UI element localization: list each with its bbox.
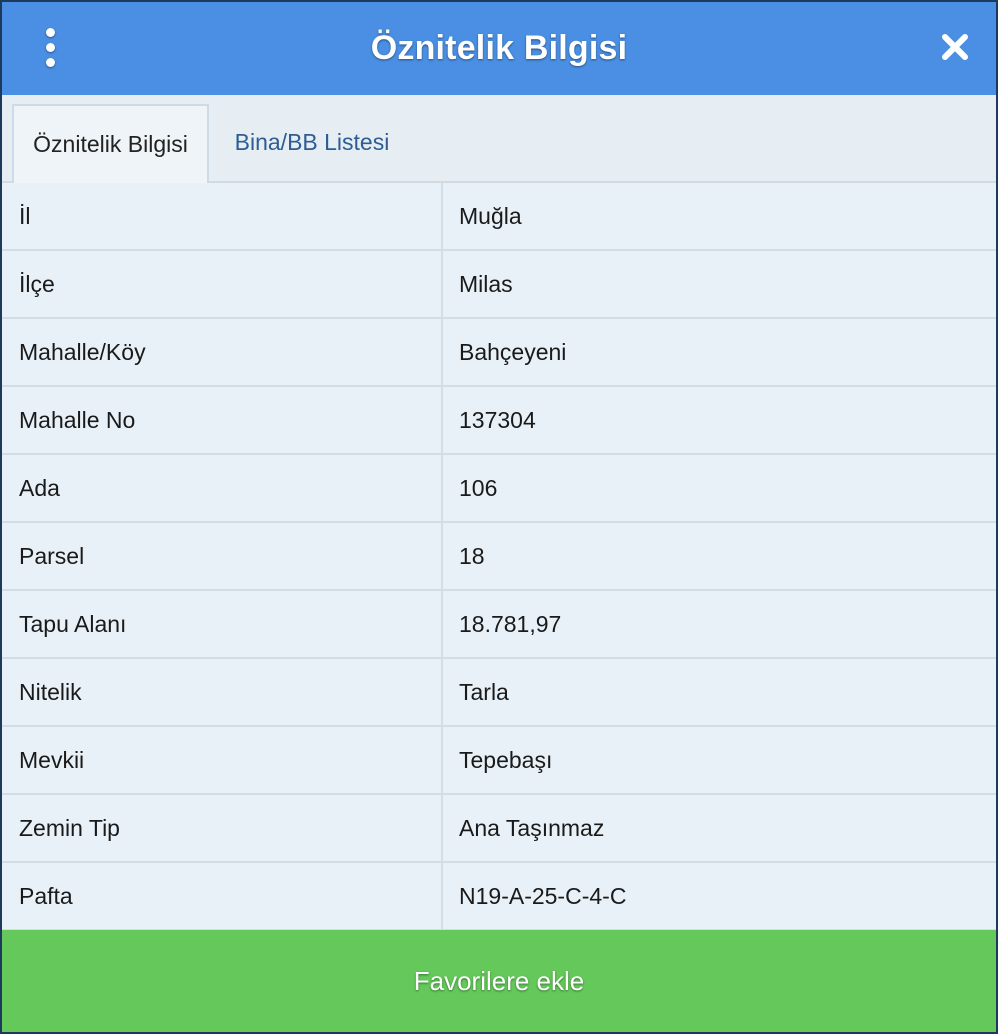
table-row: Mevkii Tepebaşı (2, 727, 996, 795)
attribute-key: Nitelik (2, 659, 443, 725)
attribute-key: İlçe (2, 251, 443, 317)
attribute-key: Zemin Tip (2, 795, 443, 861)
table-row: Ada 106 (2, 455, 996, 523)
tab-label: Öznitelik Bilgisi (33, 131, 188, 157)
attribute-value: Tarla (459, 678, 509, 705)
add-to-favorites-button[interactable]: Favorilere ekle (2, 930, 996, 1032)
tab-label: Bina/BB Listesi (234, 129, 390, 155)
panel-title: Öznitelik Bilgisi (370, 29, 628, 67)
table-row: İl Muğla (2, 183, 996, 251)
attribute-value: Tepebaşı (459, 746, 553, 773)
attribute-value: 18.781,97 (459, 610, 562, 637)
attribute-key: Ada (2, 455, 443, 521)
panel-header: Öznitelik Bilgisi (2, 2, 996, 95)
attribute-value: Muğla (459, 202, 522, 229)
attribute-key: İl (2, 183, 443, 249)
attribute-value: 18 (459, 542, 485, 569)
table-row: Tapu Alanı 18.781,97 (2, 591, 996, 659)
attribute-value: Bahçeyeni (459, 338, 567, 365)
add-to-favorites-label: Favorilere ekle (413, 965, 585, 996)
attribute-info-panel: Öznitelik Bilgisi Öznitelik Bilgisi Bina… (0, 0, 998, 1034)
kebab-menu-icon[interactable] (32, 24, 68, 70)
attribute-value: 106 (459, 474, 498, 501)
menu-dot (45, 27, 55, 37)
table-row: Mahalle No 137304 (2, 387, 996, 455)
table-row: Parsel 18 (2, 523, 996, 591)
menu-dot (45, 42, 55, 52)
tab-bar: Öznitelik Bilgisi Bina/BB Listesi (2, 95, 996, 183)
table-row: Pafta N19-A-25-C-4-C (2, 863, 996, 931)
attribute-value: N19-A-25-C-4-C (459, 882, 627, 909)
attribute-key: Mahalle No (2, 387, 443, 453)
tab-building-list[interactable]: Bina/BB Listesi (217, 104, 407, 181)
attribute-key: Mevkii (2, 727, 443, 793)
attribute-table: İl Muğla İlçe Milas Mahalle/Köy Bahçeyen… (2, 183, 996, 931)
attribute-value: Ana Taşınmaz (459, 814, 605, 841)
table-row: İlçe Milas (2, 251, 996, 319)
attribute-value: Milas (459, 270, 513, 297)
menu-dot (45, 57, 55, 67)
close-x-glyph (942, 34, 968, 60)
attribute-key: Tapu Alanı (2, 591, 443, 657)
attribute-value: 137304 (459, 406, 536, 433)
close-icon[interactable] (936, 28, 974, 66)
attribute-key: Parsel (2, 523, 443, 589)
table-row: Mahalle/Köy Bahçeyeni (2, 319, 996, 387)
table-row: Zemin Tip Ana Taşınmaz (2, 795, 996, 863)
tab-attribute-info[interactable]: Öznitelik Bilgisi (12, 104, 209, 183)
table-row: Nitelik Tarla (2, 659, 996, 727)
attribute-key: Pafta (2, 863, 443, 929)
attribute-key: Mahalle/Köy (2, 319, 443, 385)
